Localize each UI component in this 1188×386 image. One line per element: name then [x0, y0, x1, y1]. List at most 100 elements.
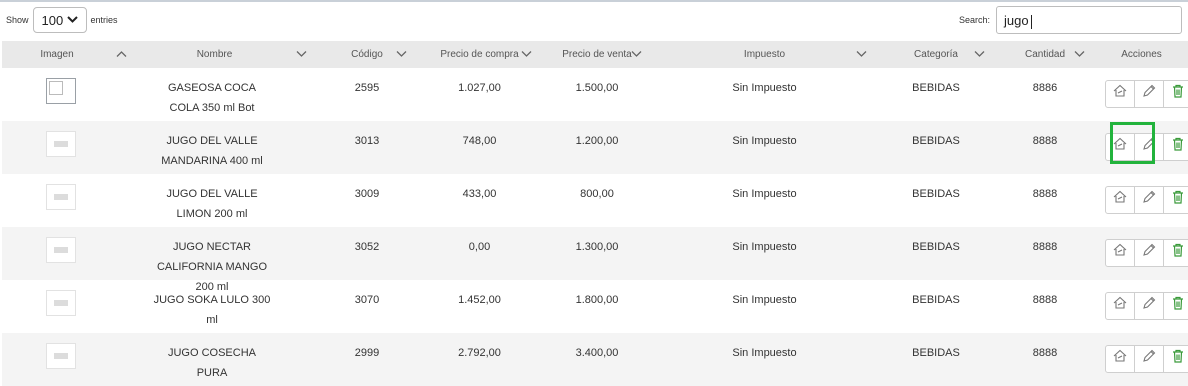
- send-button[interactable]: [1105, 133, 1135, 161]
- cell-impuesto: Sin Impuesto: [732, 241, 797, 253]
- column-header-codigo[interactable]: Código: [317, 41, 417, 68]
- cell-precio-venta: 1.200,00: [575, 135, 619, 147]
- sort-desc-icon: [296, 49, 307, 60]
- table-row: JUGO SOKA LULO 300 ml 3070 1.452,00 1.80…: [2, 280, 1188, 333]
- cell-precio-venta: 800,00: [580, 188, 614, 200]
- column-header-nombre[interactable]: Nombre: [112, 41, 317, 68]
- column-header-categoria[interactable]: Categoría: [877, 41, 995, 68]
- cell-codigo: 3052: [354, 241, 380, 253]
- edit-button[interactable]: [1134, 186, 1164, 214]
- cell-impuesto: Sin Impuesto: [732, 135, 797, 147]
- cell-categoria: BEBIDAS: [912, 188, 960, 200]
- cell-categoria: BEBIDAS: [912, 135, 960, 147]
- action-buttons: [1105, 239, 1188, 267]
- edit-button[interactable]: [1134, 133, 1164, 161]
- cell-nombre: GASEOSA COCA COLA 350 ml Bot: [167, 82, 257, 114]
- cell-precio-venta: 1.300,00: [575, 241, 619, 253]
- send-button[interactable]: [1105, 80, 1135, 108]
- pencil-icon: [1141, 136, 1157, 159]
- cell-codigo: 3013: [354, 135, 380, 147]
- cell-precio-compra: 0,00: [468, 241, 491, 253]
- cell-codigo: 2999: [354, 347, 380, 359]
- search-label: Search:: [958, 15, 990, 25]
- table-row: JUGO DEL VALLE MANDARINA 400 ml 3013 748…: [2, 121, 1188, 174]
- search-input[interactable]: jugo: [996, 6, 1182, 34]
- send-button[interactable]: [1105, 292, 1135, 320]
- cell-precio-compra: 2.792,00: [458, 347, 501, 359]
- action-buttons: [1105, 80, 1188, 108]
- cell-impuesto: Sin Impuesto: [732, 82, 797, 94]
- edit-button[interactable]: [1134, 345, 1164, 373]
- cell-cantidad: 8888: [1032, 188, 1058, 200]
- action-buttons: [1105, 292, 1188, 320]
- send-icon: [1112, 83, 1128, 106]
- entries-value: 100: [41, 12, 64, 28]
- trash-icon: [1170, 295, 1186, 318]
- table-row: JUGO COSECHA PURA 2999 2.792,00 3.400,00…: [2, 333, 1188, 386]
- delete-button[interactable]: [1163, 345, 1188, 373]
- column-header-impuesto[interactable]: Impuesto: [652, 41, 877, 68]
- sort-desc-icon: [974, 49, 985, 60]
- sort-desc-icon: [521, 49, 532, 60]
- send-icon: [1112, 348, 1128, 371]
- cell-precio-venta: 1.800,00: [575, 294, 619, 306]
- trash-icon: [1170, 136, 1186, 159]
- cell-categoria: BEBIDAS: [912, 82, 960, 94]
- edit-button[interactable]: [1134, 80, 1164, 108]
- send-button[interactable]: [1105, 345, 1135, 373]
- cell-precio-venta: 1.500,00: [575, 82, 619, 94]
- send-icon: [1112, 189, 1128, 212]
- cell-precio-compra: 1.452,00: [458, 294, 501, 306]
- cell-impuesto: Sin Impuesto: [732, 347, 797, 359]
- product-image: [46, 237, 76, 263]
- chevron-down-icon: [66, 15, 78, 26]
- send-icon: [1112, 242, 1128, 265]
- cell-cantidad: 8888: [1032, 347, 1058, 359]
- column-header-acciones: Acciones: [1121, 49, 1162, 60]
- cell-codigo: 3070: [354, 294, 380, 306]
- trash-icon: [1170, 242, 1186, 265]
- product-image: [46, 290, 76, 316]
- send-button[interactable]: [1105, 186, 1135, 214]
- send-icon: [1112, 136, 1128, 159]
- action-buttons: [1105, 345, 1188, 373]
- cell-cantidad: 8888: [1032, 294, 1058, 306]
- table-row: JUGO NECTAR CALIFORNIA MANGO 200 ml 3052…: [2, 227, 1188, 293]
- table-header: Imagen Nombre Código Precio de compra Pr…: [2, 41, 1188, 68]
- cell-precio-compra: 748,00: [462, 135, 497, 147]
- send-button[interactable]: [1105, 239, 1135, 267]
- product-image: [46, 131, 76, 157]
- delete-button[interactable]: [1163, 239, 1188, 267]
- table-row: JUGO DEL VALLE LIMON 200 ml 3009 433,00 …: [2, 174, 1188, 227]
- cell-nombre: JUGO COSECHA PURA: [167, 347, 256, 379]
- entries-select[interactable]: 100: [32, 7, 87, 33]
- column-header-cantidad[interactable]: Cantidad: [995, 41, 1095, 68]
- edit-button[interactable]: [1134, 292, 1164, 320]
- column-header-precio-venta[interactable]: Precio de venta: [542, 41, 652, 68]
- pencil-icon: [1141, 295, 1157, 318]
- cell-precio-compra: 1.027,00: [458, 82, 501, 94]
- entries-label: entries: [90, 15, 118, 25]
- product-image: [46, 184, 76, 210]
- delete-button[interactable]: [1163, 186, 1188, 214]
- delete-button[interactable]: [1163, 80, 1188, 108]
- cell-impuesto: Sin Impuesto: [732, 188, 797, 200]
- cell-categoria: BEBIDAS: [912, 241, 960, 253]
- delete-button[interactable]: [1163, 292, 1188, 320]
- sort-desc-icon: [1074, 49, 1085, 60]
- length-control: Show 100 entries: [6, 7, 118, 33]
- cell-nombre: JUGO DEL VALLE MANDARINA 400 ml: [161, 135, 263, 167]
- column-header-precio-compra[interactable]: Precio de compra: [417, 41, 542, 68]
- action-buttons: [1105, 186, 1188, 214]
- trash-icon: [1170, 189, 1186, 212]
- cell-nombre: JUGO NECTAR CALIFORNIA MANGO 200 ml: [156, 241, 268, 293]
- delete-button[interactable]: [1163, 133, 1188, 161]
- column-header-imagen[interactable]: Imagen: [2, 41, 112, 68]
- trash-icon: [1170, 83, 1186, 106]
- cell-precio-venta: 3.400,00: [575, 347, 619, 359]
- sort-asc-icon: [116, 49, 127, 60]
- cell-categoria: BEBIDAS: [912, 347, 960, 359]
- edit-button[interactable]: [1134, 239, 1164, 267]
- cell-cantidad: 8888: [1032, 135, 1058, 147]
- cell-codigo: 3009: [354, 188, 380, 200]
